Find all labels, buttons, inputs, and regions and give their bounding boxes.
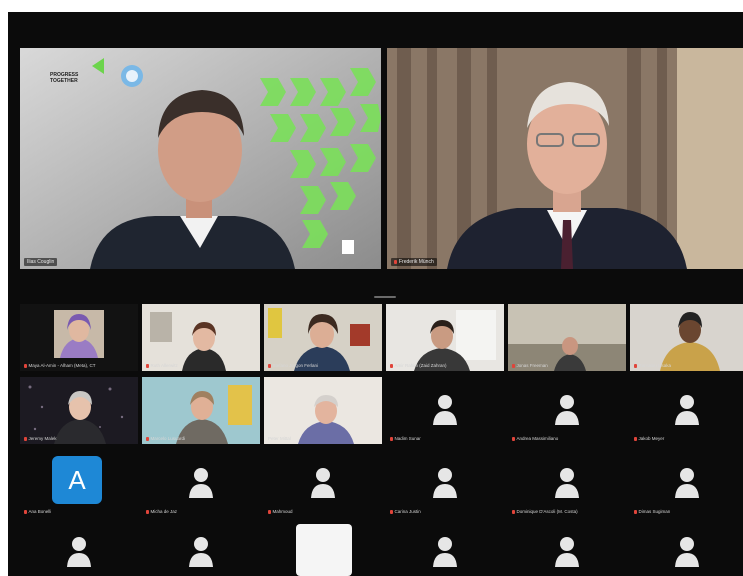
muted-mic-icon — [512, 437, 515, 441]
muted-mic-icon — [634, 364, 637, 368]
muted-mic-icon — [146, 364, 149, 368]
participant-tile[interactable]: Dimas Sugiman — [630, 450, 743, 517]
participant-name-label: Jonas Freeman — [512, 363, 548, 369]
participant-name-label: Jakob Meyer — [634, 436, 664, 442]
participant-name-label: Ruth Allerwitz — [146, 363, 178, 369]
muted-mic-icon — [634, 437, 637, 441]
participant-video-feed — [20, 377, 138, 444]
participant-avatar-icon — [189, 468, 213, 498]
participant-tile[interactable]: Amir Rahim (Zaid Zahran) — [386, 304, 504, 371]
participant-video-feed — [20, 304, 138, 371]
participant-tile[interactable] — [386, 523, 504, 576]
participant-video-feed — [630, 304, 743, 371]
participant-tile[interactable]: Jeremy Malek — [20, 377, 138, 444]
participant-name-label: Nadim Sunar — [390, 436, 421, 442]
participant-avatar-icon — [311, 468, 335, 498]
participant-tile[interactable]: Stefano Jorgon Ferlani — [264, 304, 382, 371]
speaker-2-video-feed — [387, 48, 743, 269]
speaker-1-name-label: Ilias Couglin — [24, 258, 58, 266]
muted-mic-icon — [512, 510, 515, 514]
participant-name-label: Ana Bonelli — [24, 509, 51, 515]
participant-tile[interactable]: Dominique D'Ascoli (M. Costa) — [508, 450, 626, 517]
participant-avatar-icon — [674, 468, 699, 498]
participant-avatar-icon — [555, 395, 579, 425]
participant-name-label: Marcelo Lusuardi — [146, 436, 185, 442]
participant-video-feed — [264, 377, 382, 444]
participant-name-label: Jeremy Malek — [24, 436, 57, 442]
speaker-1-logo-text: PROGRESS TOGETHER — [50, 72, 79, 84]
participant-tile[interactable]: Ruth Allerwitz — [142, 304, 260, 371]
participant-name-label: Mahmoud — [268, 509, 293, 515]
speaker-video-1[interactable]: PROGRESS TOGETHER Ilias Couglin — [20, 48, 381, 269]
participant-avatar-icon — [555, 537, 579, 567]
participant-tile[interactable]: Jakob Meyer — [630, 377, 743, 444]
participant-video-feed — [142, 304, 260, 371]
speaker-video-2[interactable]: Frederik Münch — [387, 48, 743, 269]
muted-mic-icon — [24, 364, 27, 368]
participant-name-label: Micha de Jaz — [146, 509, 177, 515]
participant-name-label: Andrea Massimiliano — [512, 436, 558, 442]
muted-mic-icon — [24, 437, 27, 441]
participant-name-label: Ramatou Issaka — [634, 363, 671, 369]
participant-tile[interactable]: Marcelo Lusuardi — [142, 377, 260, 444]
participant-avatar-icon — [67, 537, 91, 567]
muted-mic-icon — [268, 510, 271, 514]
participant-tile[interactable]: Andrea Massimiliano — [508, 377, 626, 444]
participant-name-label: Dominique D'Ascoli (M. Costa) — [512, 509, 578, 515]
participant-name-label: Stefano Jorgon Ferlani — [268, 363, 318, 369]
participant-name-label: Maya Al-Amin - Alham (Meta), CT — [24, 363, 96, 369]
participant-avatar-icon — [433, 395, 457, 425]
participant-tile[interactable] — [20, 523, 138, 576]
participant-video-feed — [386, 304, 504, 371]
speaker-2-name-label: Frederik Münch — [391, 258, 437, 266]
participant-avatar-icon — [674, 395, 699, 425]
participant-video-feed — [264, 304, 382, 371]
participant-video-feed — [142, 377, 260, 444]
participant-tile[interactable]: Nadim Sunar — [386, 377, 504, 444]
muted-mic-icon — [390, 364, 393, 368]
participant-tile[interactable] — [142, 523, 260, 576]
participant-tile[interactable] — [508, 523, 626, 576]
participant-avatar-icon — [433, 468, 457, 498]
meeting-window: PROGRESS TOGETHER Ilias Couglin Frederik… — [8, 12, 743, 576]
participant-tile[interactable]: Mahmoud — [264, 450, 382, 517]
participant-tile[interactable]: Carina Justin — [386, 450, 504, 517]
muted-mic-icon — [146, 437, 149, 441]
gallery-resize-handle[interactable] — [374, 296, 396, 298]
muted-mic-icon — [634, 510, 637, 514]
participant-name-label: Peter Mittal — [268, 436, 291, 441]
participant-name-label: Carina Justin — [390, 509, 421, 515]
participant-avatar-icon — [674, 537, 699, 567]
participant-video-feed — [508, 304, 626, 371]
participant-tile[interactable]: Micha de Jaz — [142, 450, 260, 517]
muted-mic-icon — [512, 364, 515, 368]
muted-mic-icon — [390, 437, 393, 441]
participant-avatar-icon — [555, 468, 579, 498]
participant-tile[interactable]: A Ana Bonelli — [20, 450, 138, 517]
participant-tile[interactable]: Ramatou Issaka — [630, 304, 743, 371]
muted-mic-icon — [390, 510, 393, 514]
muted-mic-icon — [24, 510, 27, 514]
participant-name-label: Amir Rahim (Zaid Zahran) — [390, 363, 447, 369]
participant-tile[interactable]: Jonas Freeman — [508, 304, 626, 371]
participant-avatar-icon — [433, 537, 457, 567]
muted-mic-icon — [146, 510, 149, 514]
participant-tile[interactable]: Maya Al-Amin - Alham (Meta), CT — [20, 304, 138, 371]
muted-mic-icon — [268, 364, 271, 368]
participant-initial-avatar: A — [52, 456, 102, 504]
participant-name-label: Dimas Sugiman — [634, 509, 670, 515]
muted-mic-icon — [394, 259, 397, 264]
participant-avatar-icon — [189, 537, 213, 567]
participant-tile[interactable]: Peter Mittal — [264, 377, 382, 444]
participant-blank-video[interactable] — [296, 524, 352, 576]
participant-tile[interactable] — [630, 523, 743, 576]
